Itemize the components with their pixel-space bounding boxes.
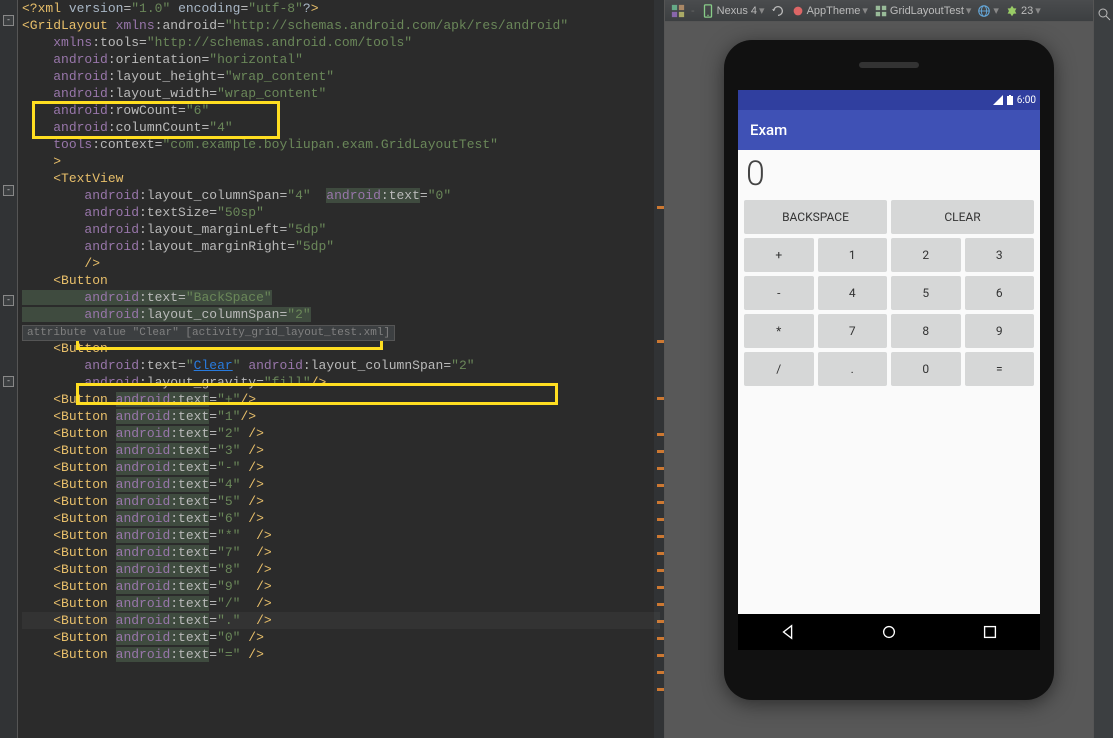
zoom-icon[interactable] [1096,6,1112,22]
preview-panel: - Nexus 4▾ AppTheme▾ GridLayoutTest▾ ▾ [664,0,1113,738]
phone-speaker [859,62,919,68]
calculator-area: 0 BACKSPACE CLEAR + 1 2 3 - 4 5 6 [738,150,1040,392]
calc-button[interactable]: . [818,352,888,386]
editor-gutter: - - - - [0,0,18,738]
device-label: Nexus 4 [717,5,757,17]
code-line[interactable]: android:layout_width="wrap_content" [22,85,660,102]
calc-display: 0 [740,152,1038,196]
code-line[interactable]: <GridLayout xmlns:android="http://schema… [22,17,660,34]
code-line[interactable]: <Button android:text="+"/> [22,391,660,408]
code-line[interactable]: android:layout_height="wrap_content" [22,68,660,85]
wifi-icon [993,95,1003,105]
code-line[interactable]: <TextView [22,170,660,187]
code-line[interactable]: android:text="BackSpace" [22,289,660,306]
code-line[interactable]: android:layout_marginLeft="5dp" [22,221,660,238]
calc-button[interactable]: 6 [965,276,1035,310]
code-line[interactable]: android:layout_columnSpan="2" [22,306,660,323]
code-line[interactable]: <Button android:text="*" /> [22,527,660,544]
status-time: 6:00 [1017,95,1036,106]
fold-marker-icon[interactable]: - [3,295,14,306]
code-line[interactable]: <Button android:text="3" /> [22,442,660,459]
code-line[interactable]: /> [22,255,660,272]
calc-button[interactable]: * [744,314,814,348]
code-line[interactable]: <Button [22,340,660,357]
calc-button[interactable]: / [744,352,814,386]
code-line[interactable]: android:orientation="horizontal" [22,51,660,68]
home-icon[interactable] [880,623,898,641]
fold-marker-icon[interactable]: - [3,15,14,26]
battery-icon [1006,95,1014,105]
locale-icon[interactable]: ▾ [977,4,999,18]
status-bar: 6:00 [738,90,1040,110]
theme-label: AppTheme [807,5,861,17]
calc-button[interactable]: 3 [965,238,1035,272]
code-line[interactable]: android:rowCount="6" [22,102,660,119]
code-line[interactable]: xmlns:tools="http://schemas.android.com/… [22,34,660,51]
calc-button[interactable]: 0 [891,352,961,386]
code-line[interactable]: <Button [22,272,660,289]
code-line[interactable]: <Button android:text="." /> [22,612,660,629]
code-line[interactable]: <?xml version="1.0" encoding="utf-8"?> [22,0,660,17]
back-icon[interactable] [779,623,797,641]
code-line[interactable]: android:text="Clear" android:layout_colu… [22,357,660,374]
calc-button[interactable]: = [965,352,1035,386]
code-line[interactable]: <Button android:text="2" /> [22,425,660,442]
code-line[interactable]: <Button android:text="0" /> [22,629,660,646]
code-line[interactable]: <Button android:text="-" /> [22,459,660,476]
code-line[interactable]: <Button android:text="8" /> [22,561,660,578]
fold-marker-icon[interactable]: - [3,185,14,196]
code-line[interactable]: attribute value "Clear" [activity_grid_l… [22,323,660,340]
calc-grid: BACKSPACE CLEAR + 1 2 3 - 4 5 6 * 7 [740,196,1038,390]
code-editor[interactable]: <?xml version="1.0" encoding="utf-8"?><G… [18,0,664,738]
calc-button[interactable]: + [744,238,814,272]
calc-button[interactable]: 2 [891,238,961,272]
calc-button[interactable]: 1 [818,238,888,272]
code-line[interactable]: <Button android:text="=" /> [22,646,660,663]
calc-button[interactable]: 9 [965,314,1035,348]
palette-icon[interactable] [671,4,685,18]
code-line[interactable]: <Button android:text="5" /> [22,493,660,510]
theme-selector[interactable]: AppTheme▾ [791,4,868,18]
clear-button[interactable]: CLEAR [891,200,1034,234]
code-line[interactable]: <Button android:text="1"/> [22,408,660,425]
fold-marker-icon[interactable]: - [3,376,14,387]
calc-button[interactable]: 4 [818,276,888,310]
code-line[interactable]: <Button android:text="6" /> [22,510,660,527]
preview-toolbar: - Nexus 4▾ AppTheme▾ GridLayoutTest▾ ▾ [665,0,1113,22]
code-line[interactable]: tools:context="com.example.boyliupan.exa… [22,136,660,153]
android-nav-bar [738,614,1040,650]
app-bar: Exam [738,110,1040,150]
calc-button[interactable]: 5 [891,276,961,310]
code-line[interactable]: <Button android:text="7" /> [22,544,660,561]
right-tool-strip [1093,0,1113,738]
code-content[interactable]: <?xml version="1.0" encoding="utf-8"?><G… [22,0,660,663]
backspace-button[interactable]: BACKSPACE [744,200,887,234]
calc-button[interactable]: - [744,276,814,310]
code-line[interactable]: android:columnCount="4" [22,119,660,136]
code-line[interactable]: android:layout_gravity="fill"/> [22,374,660,391]
code-line[interactable]: > [22,153,660,170]
api-label: 23 [1021,5,1033,17]
app-title: Exam [750,121,787,139]
phone-screen: 6:00 Exam 0 BACKSPACE CLEAR + 1 2 3 [738,90,1040,650]
code-line[interactable]: android:layout_columnSpan="4" android:te… [22,187,660,204]
calc-button[interactable]: 7 [818,314,888,348]
preview-canvas[interactable]: 6:00 Exam 0 BACKSPACE CLEAR + 1 2 3 [665,22,1113,738]
code-line[interactable]: <Button android:text="/" /> [22,595,660,612]
recent-icon[interactable] [981,623,999,641]
device-selector[interactable]: Nexus 4▾ [701,4,765,18]
activity-label: GridLayoutTest [890,5,964,17]
code-line[interactable]: android:layout_marginRight="5dp" [22,238,660,255]
api-selector[interactable]: 23▾ [1005,4,1041,18]
code-line[interactable]: <Button android:text="9" /> [22,578,660,595]
code-line[interactable]: <Button android:text="4" /> [22,476,660,493]
activity-selector[interactable]: GridLayoutTest▾ [874,4,972,18]
code-line[interactable]: android:textSize="50sp" [22,204,660,221]
calc-button[interactable]: 8 [891,314,961,348]
phone-frame: 6:00 Exam 0 BACKSPACE CLEAR + 1 2 3 [724,40,1054,700]
orientation-icon[interactable] [771,4,785,18]
